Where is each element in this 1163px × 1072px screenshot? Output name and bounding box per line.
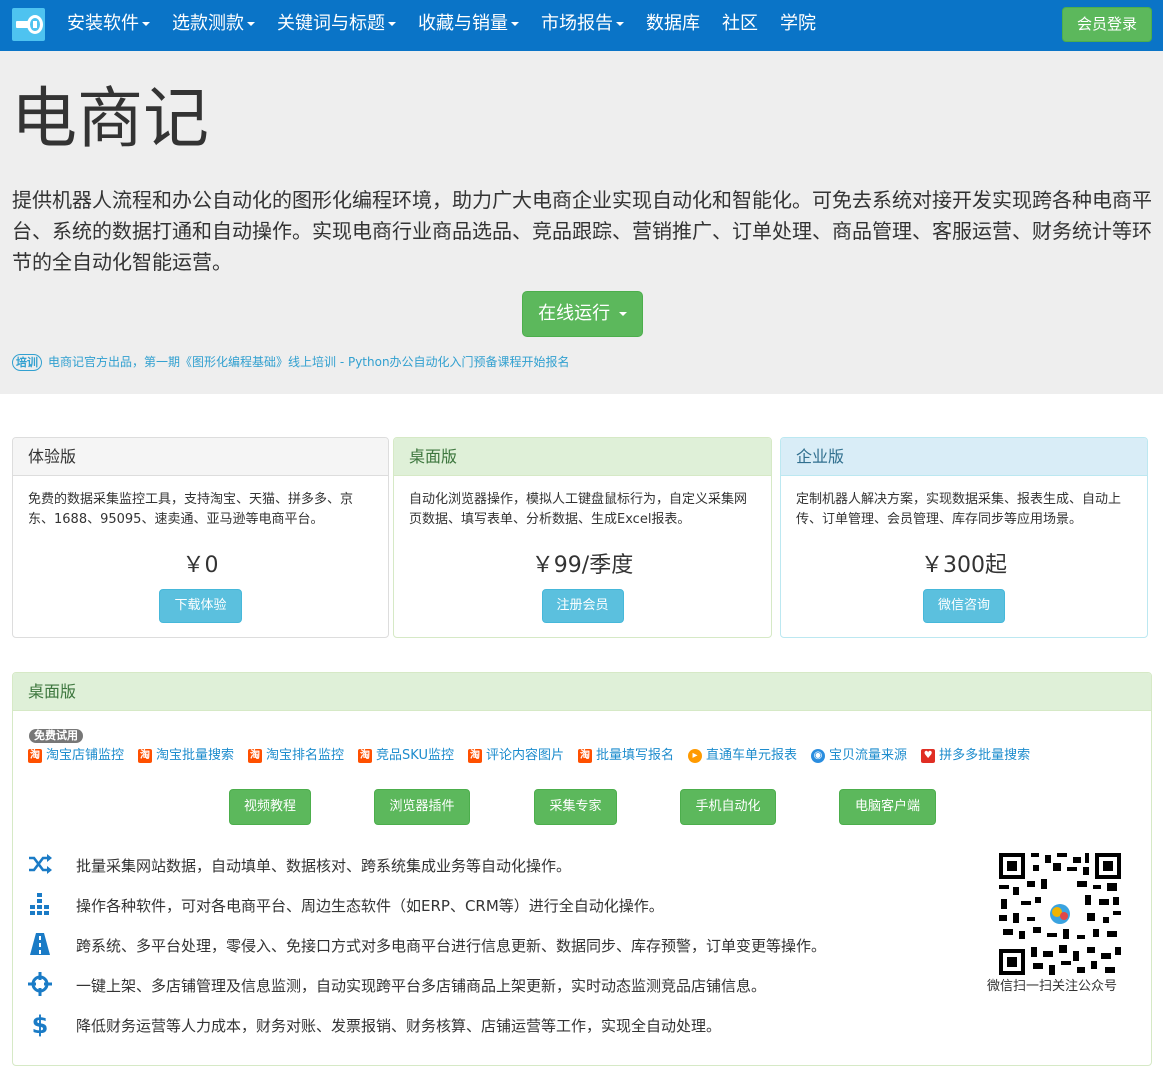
taobao-icon: 淘 xyxy=(248,749,263,763)
plan-price: ￥0 xyxy=(182,553,219,578)
feature-item: 批量采集网站数据，自动填单、数据核对、跨系统集成业务等自动化操作。 xyxy=(27,851,957,891)
download-trial-button[interactable]: 下载体验 xyxy=(159,589,242,623)
tool-link-train-report[interactable]: ▸ 直通车单元报表 xyxy=(688,747,797,765)
page-title: 电商记 xyxy=(11,80,209,157)
taobao-icon: 淘 xyxy=(468,749,482,763)
mobile-automation-button[interactable]: 手机自动化 xyxy=(680,789,776,825)
feature-item: 一键上架、多店铺管理及信息监测，自动实现跨平台多店铺商品上架更新，实时动态监测竞… xyxy=(27,971,957,1011)
nav-item-community[interactable]: 社区 xyxy=(711,0,769,51)
browser-plugin-button[interactable]: 浏览器插件 xyxy=(374,789,470,825)
nav-item-favorites-sales[interactable]: 收藏与销量 xyxy=(407,0,530,51)
plan-name: 体验版 xyxy=(13,438,388,476)
tool-link-review-images[interactable]: 淘评论内容图片 xyxy=(468,747,564,765)
plan-price: ￥99/季度 xyxy=(531,553,634,578)
tool-link-batch-signup[interactable]: 淘批量填写报名 xyxy=(578,747,674,765)
wechat-qr-code xyxy=(997,851,1123,977)
nav-item-database[interactable]: 数据库 xyxy=(635,0,711,51)
caret-down-icon xyxy=(247,22,255,26)
nav-menu: 安装软件 选款测款 关键词与标题 收藏与销量 市场报告 数据库 社区 学院 xyxy=(56,0,827,51)
desktop-edition-panel: 桌面版 免费试用 淘淘宝店铺监控 淘淘宝批量搜索 淘淘宝排名监控 淘竞品SKU监… xyxy=(12,672,1152,1066)
nav-item-install[interactable]: 安装软件 xyxy=(56,0,161,51)
feature-item: 操作各种软件，可对各电商平台、周边生态软件（如ERP、CRM等）进行全自动化操作… xyxy=(27,891,957,931)
top-navbar: 安装软件 选款测款 关键词与标题 收藏与销量 市场报告 数据库 社区 学院 会员… xyxy=(0,0,1163,51)
tool-link-shop-monitor[interactable]: 淘淘宝店铺监控 xyxy=(28,747,124,765)
run-online-button[interactable]: 在线运行 xyxy=(522,291,643,337)
caret-down-icon xyxy=(142,22,150,26)
feature-text: 一键上架、多店铺管理及信息监测，自动实现跨平台多店铺商品上架更新，实时动态监测竞… xyxy=(76,977,767,995)
tool-link-pdd-search[interactable]: ♥ 拼多多批量搜索 xyxy=(921,747,1030,765)
collection-expert-button[interactable]: 采集专家 xyxy=(534,789,617,825)
feature-text: 跨系统、多平台处理，零侵入、免接口方式对多电商平台进行信息更新、数据同步、库存预… xyxy=(76,937,827,955)
flow-icon: ◉ xyxy=(811,749,826,763)
caret-down-icon xyxy=(388,22,396,26)
crosshairs-icon xyxy=(28,972,52,996)
tool-links: 淘淘宝店铺监控 淘淘宝批量搜索 淘淘宝排名监控 淘竞品SKU监控 淘评论内容图片… xyxy=(28,747,1044,765)
train-icon: ▸ xyxy=(688,749,703,763)
plan-name: 企业版 xyxy=(781,438,1147,476)
feature-item: $ 降低财务运营等人力成本，财务对账、发票报销、财务核算、店铺运营等工作，实现全… xyxy=(27,1011,957,1051)
tool-link-traffic-source[interactable]: ◉ 宝贝流量来源 xyxy=(811,747,907,765)
taobao-icon: 淘 xyxy=(138,749,153,763)
feature-text: 批量采集网站数据，自动填单、数据核对、跨系统集成业务等自动化操作。 xyxy=(76,857,572,875)
plan-trial-panel: 体验版 免费的数据采集监控工具，支持淘宝、天猫、拼多多、京东、1688、9509… xyxy=(12,437,389,638)
wechat-consult-button[interactable]: 微信咨询 xyxy=(923,589,1005,623)
tool-link-rank-monitor[interactable]: 淘淘宝排名监控 xyxy=(248,747,344,765)
pinduoduo-icon: ♥ xyxy=(921,749,936,763)
nav-item-academy[interactable]: 学院 xyxy=(769,0,827,51)
qr-caption: 微信扫一扫关注公众号 xyxy=(987,979,1118,994)
free-trial-badge: 免费试用 xyxy=(29,729,83,743)
feature-item: 跨系统、多平台处理，零侵入、免接口方式对多电商平台进行信息更新、数据同步、库存预… xyxy=(27,931,957,971)
nav-item-keywords[interactable]: 关键词与标题 xyxy=(266,0,407,51)
caret-down-icon xyxy=(618,312,627,316)
plan-description: 自动化浏览器操作，模拟人工键盘鼠标行为，自定义采集网页数据、填写表单、分析数据、… xyxy=(409,492,748,527)
shuffle-icon xyxy=(29,854,52,874)
training-badge: 培训 xyxy=(12,354,42,371)
plan-description: 免费的数据采集监控工具，支持淘宝、天猫、拼多多、京东、1688、95095、速卖… xyxy=(28,492,354,527)
taobao-icon: 淘 xyxy=(358,749,373,763)
plan-desktop-panel: 桌面版 自动化浏览器操作，模拟人工键盘鼠标行为，自定义采集网页数据、填写表单、分… xyxy=(393,437,772,638)
plan-name: 桌面版 xyxy=(394,438,771,476)
feature-text: 操作各种软件，可对各电商平台、周边生态软件（如ERP、CRM等）进行全自动化操作… xyxy=(76,897,664,915)
feature-text: 降低财务运营等人力成本，财务对账、发票报销、财务核算、店铺运营等工作，实现全自动… xyxy=(76,1017,722,1035)
taobao-icon: 淘 xyxy=(578,749,593,763)
nav-item-market-report[interactable]: 市场报告 xyxy=(530,0,635,51)
road-icon xyxy=(30,933,50,955)
caret-down-icon xyxy=(511,22,519,26)
member-login-button[interactable]: 会员登录 xyxy=(1062,7,1152,42)
plan-enterprise-panel: 企业版 定制机器人解决方案，实现数据采集、报表生成、自动上传、订单管理、会员管理… xyxy=(780,437,1148,638)
video-tutorial-button[interactable]: 视频教程 xyxy=(229,789,311,825)
caret-down-icon xyxy=(616,22,624,26)
register-member-button[interactable]: 注册会员 xyxy=(541,589,624,623)
pc-client-button[interactable]: 电脑客户端 xyxy=(839,789,936,825)
svg-text:$: $ xyxy=(32,1011,49,1037)
section-heading: 桌面版 xyxy=(13,673,1151,711)
hero-description: 提供机器人流程和办公自动化的图形化编程环境，助力广大电商企业实现自动化和智能化。… xyxy=(12,188,1152,274)
desktop-action-buttons: 视频教程 浏览器插件 采集专家 手机自动化 电脑客户端 xyxy=(13,789,1151,825)
key-logo-icon[interactable] xyxy=(12,8,45,41)
tool-link-sku-monitor[interactable]: 淘竞品SKU监控 xyxy=(358,747,454,765)
hero-section: 电商记 提供机器人流程和办公自动化的图形化编程环境，助力广大电商企业实现自动化和… xyxy=(0,51,1163,394)
nav-item-selection[interactable]: 选款测款 xyxy=(161,0,266,51)
dollar-icon: $ xyxy=(32,1011,49,1037)
tool-link-batch-search[interactable]: 淘淘宝批量搜索 xyxy=(138,747,234,765)
training-notice-link[interactable]: 培训 电商记官方出品，第一期《图形化编程基础》线上培训 - Python办公自动化… xyxy=(12,353,570,371)
plan-description: 定制机器人解决方案，实现数据采集、报表生成、自动上传、订单管理、会员管理、库存同… xyxy=(796,492,1122,527)
taobao-icon: 淘 xyxy=(28,749,42,763)
tasks-icon xyxy=(30,893,49,915)
training-notice-text: 电商记官方出品，第一期《图形化编程基础》线上培训 - Python办公自动化入门… xyxy=(48,355,570,369)
plan-price: ￥300起 xyxy=(921,553,1007,578)
